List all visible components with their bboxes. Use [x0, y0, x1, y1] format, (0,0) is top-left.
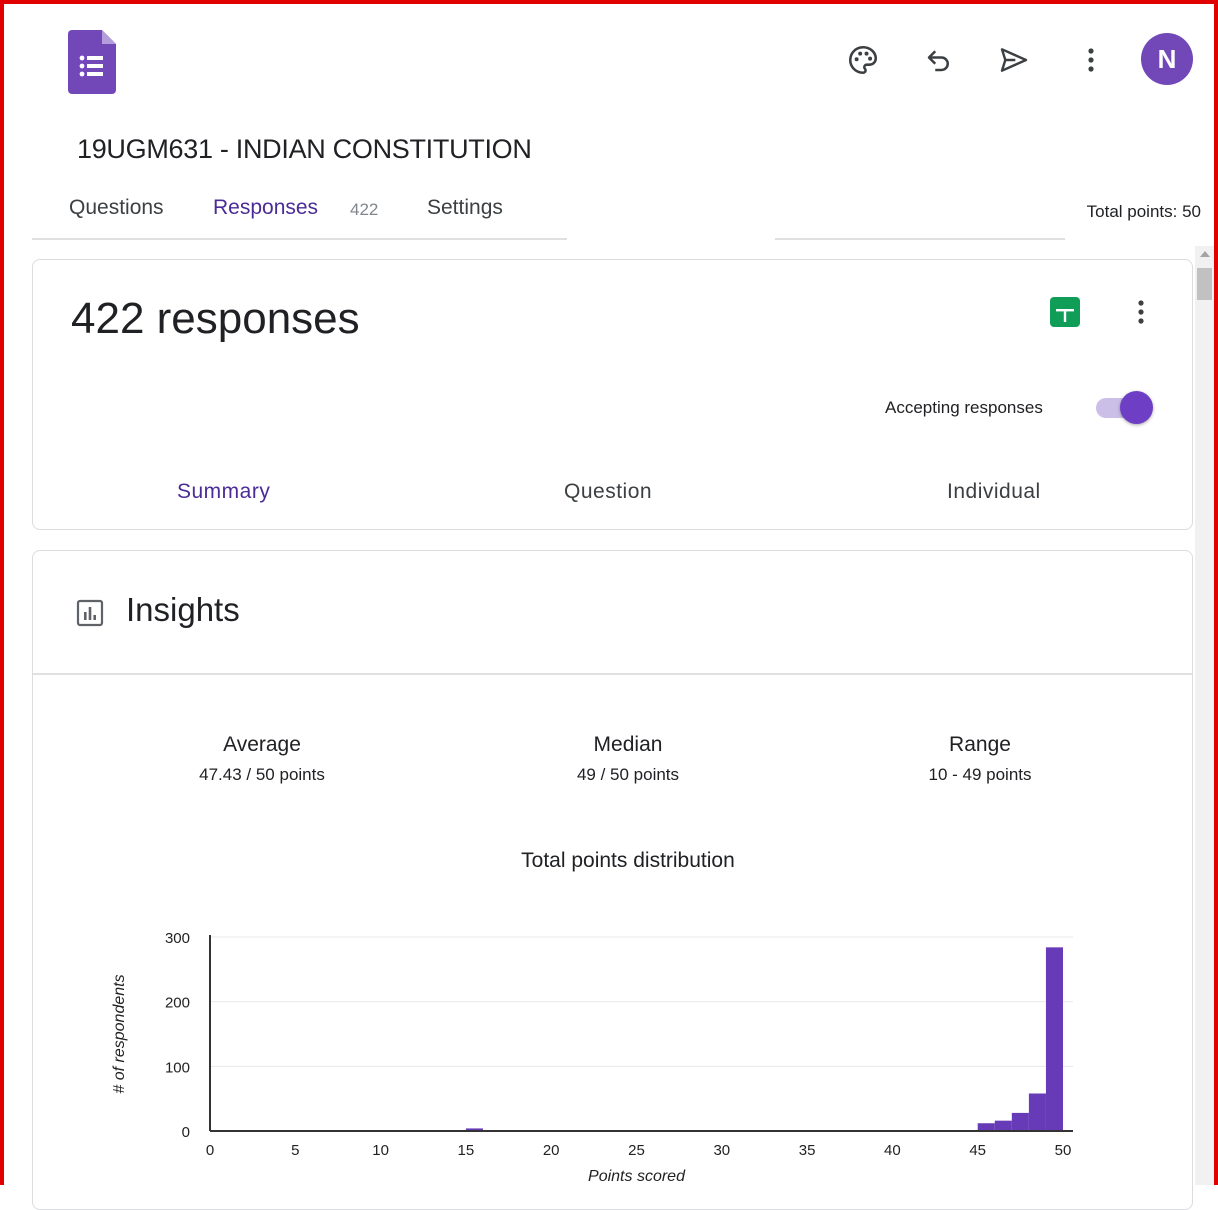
send-icon[interactable] — [994, 40, 1034, 80]
palette-icon[interactable] — [843, 40, 883, 80]
x-tick-label: 25 — [628, 1142, 645, 1159]
bar-45 — [977, 1123, 995, 1131]
responses-card: 422 responses Accepting responses Summar… — [32, 259, 1193, 530]
x-tick-label: 40 — [884, 1142, 901, 1159]
form-title: 19UGM631 - INDIAN CONSTITUTION — [77, 134, 532, 164]
x-tick-label: 30 — [713, 1142, 730, 1159]
total-points-distribution-chart: Total points distribution 0 100 200 300 0 5 10 1… — [111, 849, 1073, 1185]
x-tick-label: 15 — [458, 1142, 475, 1159]
tab-questions[interactable]: Questions — [69, 196, 164, 220]
x-axis-label: Points scored — [588, 1168, 686, 1185]
google-forms-icon[interactable] — [68, 30, 116, 94]
bar-48 — [1028, 1093, 1046, 1131]
more-vert-icon[interactable] — [1071, 40, 1111, 80]
accepting-responses-toggle[interactable] — [1096, 390, 1158, 424]
bar-47 — [1011, 1112, 1029, 1131]
form-tabs: Questions Responses 422 Settings — [32, 196, 1202, 242]
bar-49 — [1045, 947, 1063, 1131]
tab-question[interactable]: Question — [564, 480, 652, 504]
y-tick-label: 200 — [165, 995, 190, 1012]
insights-card: Insights Average 47.43 / 50 points Media… — [32, 550, 1193, 1210]
total-points-label: Total points: 50 — [1086, 202, 1201, 221]
tab-summary[interactable]: Summary — [177, 480, 270, 504]
y-axis-label: # of respondents — [111, 974, 128, 1093]
tab-settings[interactable]: Settings — [427, 196, 503, 220]
scrollbar[interactable] — [1195, 246, 1214, 1185]
bar-46 — [994, 1120, 1012, 1131]
google-sheets-icon[interactable] — [1048, 295, 1082, 329]
x-tick-label: 35 — [799, 1142, 816, 1159]
responses-count-badge: 422 — [350, 200, 379, 219]
x-tick-label: 20 — [543, 1142, 560, 1159]
toggle-knob — [1120, 391, 1153, 424]
x-tick-label: 10 — [372, 1142, 389, 1159]
tab-individual[interactable]: Individual — [947, 480, 1041, 504]
chart-title: Total points distribution — [521, 849, 735, 872]
y-tick-label: 100 — [165, 1059, 190, 1076]
tab-responses[interactable]: Responses — [213, 196, 318, 220]
x-tick-label: 5 — [291, 1142, 299, 1159]
scrollbar-thumb[interactable] — [1197, 268, 1212, 300]
scroll-up-arrow[interactable] — [1200, 251, 1210, 257]
account-avatar[interactable]: N — [1141, 33, 1193, 85]
x-tick-label: 45 — [969, 1142, 986, 1159]
undo-icon[interactable] — [919, 40, 959, 80]
more-vert-icon[interactable] — [1123, 292, 1159, 332]
tab-divider — [775, 238, 1065, 240]
x-tick-label: 50 — [1055, 1142, 1072, 1159]
tab-divider — [32, 238, 567, 240]
y-tick-label: 300 — [165, 930, 190, 947]
y-tick-label: 0 — [182, 1124, 190, 1141]
accepting-responses-label: Accepting responses — [885, 398, 1043, 417]
x-tick-label: 0 — [206, 1142, 214, 1159]
responses-count-heading: 422 responses — [71, 294, 360, 343]
